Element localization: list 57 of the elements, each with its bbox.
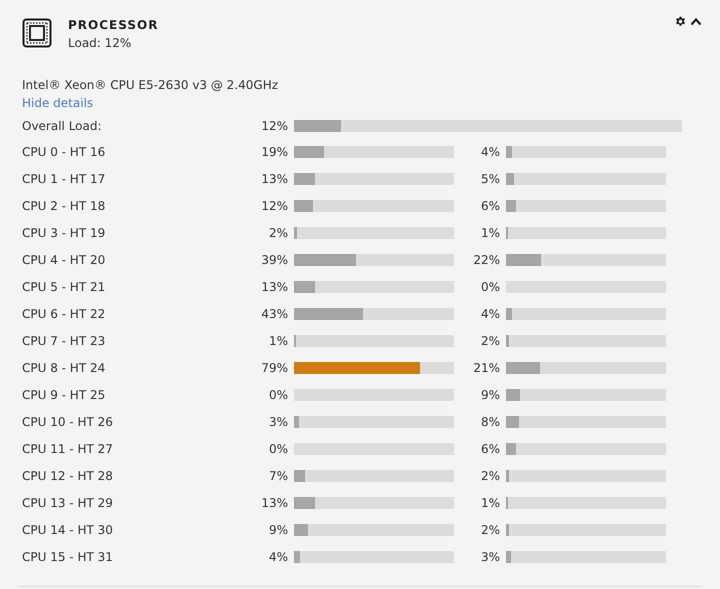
- percent-reading: 21%: [472, 360, 501, 376]
- percent-reading: 4%: [480, 144, 501, 160]
- percent-reading: 6%: [480, 440, 501, 458]
- percent-reading: 2%: [480, 332, 501, 350]
- percent-reading: 7%: [268, 468, 289, 484]
- percent-reading: 2%: [480, 468, 501, 484]
- percent-reading: 4%: [268, 548, 289, 566]
- collapse-icon[interactable]: [690, 17, 702, 26]
- row-label: CPU 2 - HT 18: [22, 198, 106, 214]
- row-label: CPU 3 - HT 19: [22, 224, 106, 242]
- percent-reading: 2%: [480, 522, 501, 538]
- percent-reading: 1%: [480, 224, 501, 242]
- row-label: CPU 4 - HT 20: [22, 252, 106, 268]
- percent-reading: 13%: [260, 278, 289, 296]
- percent-reading: 9%: [480, 386, 501, 404]
- row-label: CPU 15 - HT 31: [22, 548, 114, 566]
- percent-reading: 39%: [260, 252, 289, 268]
- percent-reading: 6%: [480, 198, 501, 214]
- panel-title: PROCESSOR: [68, 17, 160, 34]
- percent-reading: 43%: [260, 306, 289, 322]
- row-label: Overall Load:: [22, 118, 103, 135]
- percent-reading: 79%: [260, 360, 289, 376]
- row-label: CPU 14 - HT 30: [22, 522, 114, 538]
- percent-reading: 13%: [260, 494, 289, 512]
- percent-reading: 19%: [260, 144, 289, 160]
- percent-reading: 13%: [260, 170, 289, 188]
- percent-reading: 2%: [268, 224, 289, 242]
- load-summary: Load: 12%: [68, 35, 132, 52]
- row-label: CPU 9 - HT 25: [22, 386, 106, 404]
- percent-reading: 3%: [480, 548, 501, 566]
- row-label: CPU 13 - HT 29: [22, 494, 114, 512]
- percent-reading: 0%: [268, 440, 289, 458]
- row-label: CPU 8 - HT 24: [22, 360, 106, 376]
- row-label: CPU 1 - HT 17: [22, 170, 106, 188]
- row-label: CPU 10 - HT 26: [22, 414, 114, 430]
- settings-icon[interactable]: [675, 16, 686, 27]
- row-label: CPU 0 - HT 16: [22, 144, 106, 160]
- percent-reading: 9%: [268, 522, 289, 538]
- percent-reading: 0%: [268, 386, 289, 404]
- percent-reading: 12%: [260, 118, 289, 135]
- row-label: CPU 6 - HT 22: [22, 306, 106, 322]
- hide-details-link[interactable]: Hide details: [22, 96, 94, 110]
- row-label: CPU 5 - HT 21: [22, 278, 106, 296]
- processor-icon: [22, 18, 52, 48]
- percent-reading: 22%: [472, 252, 501, 268]
- percent-reading: 4%: [480, 306, 501, 322]
- percent-reading: 1%: [268, 332, 289, 350]
- row-label: CPU 7 - HT 23: [22, 332, 106, 350]
- percent-reading: 0%: [480, 278, 501, 296]
- percent-reading: 12%: [260, 198, 289, 214]
- percent-reading: 1%: [480, 494, 501, 512]
- row-label: CPU 12 - HT 28: [22, 468, 114, 484]
- percent-reading: 5%: [480, 170, 501, 188]
- percent-reading: 3%: [268, 414, 289, 430]
- percent-reading: 8%: [480, 414, 501, 430]
- cpu-model: Intel® Xeon® CPU E5-2630 v3 @ 2.40GHz: [22, 77, 280, 94]
- row-label: CPU 11 - HT 27: [22, 440, 114, 458]
